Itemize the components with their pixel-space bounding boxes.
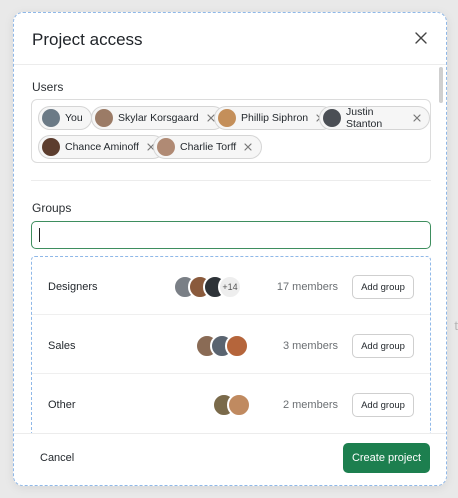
avatar xyxy=(323,109,341,127)
users-label: Users xyxy=(32,80,64,94)
user-chip-label: You xyxy=(65,112,83,124)
background-hint-text: t xyxy=(454,318,458,333)
add-group-button[interactable]: Add group xyxy=(352,393,414,417)
dialog-title: Project access xyxy=(32,30,143,49)
avatar xyxy=(218,109,236,127)
user-chip-label: Chance Aminoff xyxy=(65,141,139,153)
groups-label: Groups xyxy=(32,201,72,215)
user-chip: You xyxy=(38,106,92,130)
group-avatars: +14 xyxy=(173,275,253,299)
close-button[interactable] xyxy=(410,27,432,49)
group-option[interactable]: Sales 3 members Add group xyxy=(32,316,430,374)
user-chip-label: Phillip Siphron xyxy=(241,112,309,124)
group-name: Designers xyxy=(48,281,98,293)
user-chip: Phillip Siphron xyxy=(214,106,335,130)
dialog-footer: Cancel Create project xyxy=(14,433,446,485)
close-icon xyxy=(415,32,427,44)
avatar xyxy=(42,138,60,156)
user-chip: Chance Aminoff xyxy=(38,135,165,159)
text-caret xyxy=(39,228,40,242)
group-name: Other xyxy=(48,399,76,411)
remove-user-button[interactable] xyxy=(412,113,421,123)
avatar xyxy=(225,334,249,358)
group-member-count: 17 members xyxy=(276,281,338,293)
groups-search-input[interactable] xyxy=(31,221,431,249)
user-chip-label: Charlie Torff xyxy=(180,141,237,153)
group-avatars xyxy=(195,334,255,358)
cancel-button[interactable]: Cancel xyxy=(40,452,74,464)
dialog-header: Project access xyxy=(14,13,446,65)
users-field[interactable]: You Skylar Korsgaard Phillip Siphron Jus… xyxy=(31,99,431,163)
remove-user-button[interactable] xyxy=(243,142,253,152)
user-chip: Justin Stanton xyxy=(319,106,430,130)
close-icon xyxy=(412,114,421,122)
section-divider xyxy=(31,180,431,181)
add-group-button[interactable]: Add group xyxy=(352,334,414,358)
avatar xyxy=(42,109,60,127)
group-option[interactable]: Designers +14 17 members Add group xyxy=(32,257,430,315)
user-chip: Skylar Korsgaard xyxy=(91,106,225,130)
close-icon xyxy=(244,143,252,151)
user-chip-label: Justin Stanton xyxy=(346,106,383,130)
user-chip-label: Skylar Korsgaard xyxy=(118,112,199,124)
group-member-count: 2 members xyxy=(282,399,338,411)
group-member-count: 3 members xyxy=(282,340,338,352)
group-name: Sales xyxy=(48,340,76,352)
more-members-badge: +14 xyxy=(218,275,242,299)
avatar xyxy=(95,109,113,127)
group-avatars xyxy=(212,393,257,417)
groups-dropdown: Designers +14 17 members Add group Sales… xyxy=(31,256,431,436)
create-project-button[interactable]: Create project xyxy=(343,443,430,473)
user-chip: Charlie Torff xyxy=(153,135,263,159)
avatar xyxy=(157,138,175,156)
avatar xyxy=(227,393,251,417)
add-group-button[interactable]: Add group xyxy=(352,275,414,299)
group-option[interactable]: Other 2 members Add group xyxy=(32,375,430,433)
scrollbar[interactable] xyxy=(439,67,443,103)
project-access-dialog: Project access Users You Skylar Korsgaar… xyxy=(13,12,447,486)
